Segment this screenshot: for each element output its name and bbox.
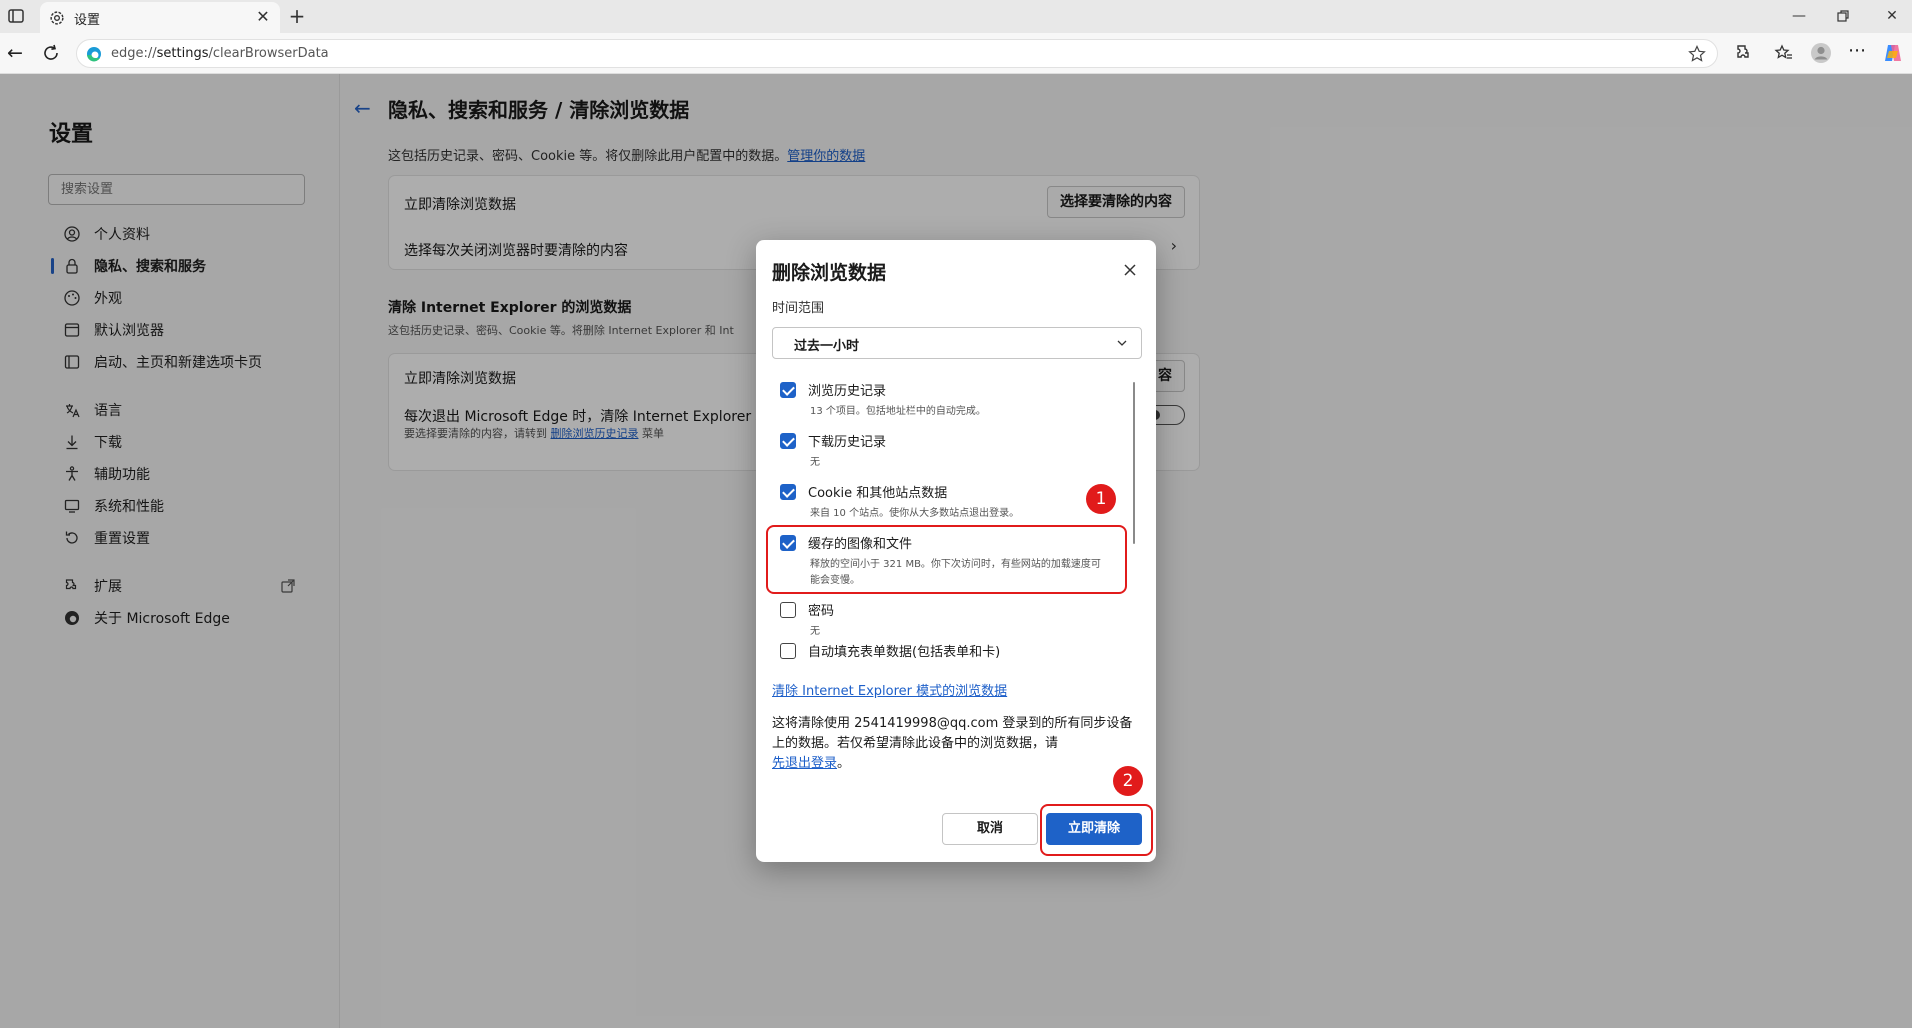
passwords-checkbox[interactable]: [780, 602, 796, 618]
url-text: edge://settings/clearBrowserData: [111, 46, 329, 61]
option-download-history[interactable]: 下载历史记录 无: [780, 431, 1130, 475]
option-description: 来自 10 个站点。使你从大多数站点退出登录。: [810, 508, 1020, 519]
step-marker-1: 1: [1086, 484, 1116, 514]
favorites-icon[interactable]: [1773, 42, 1795, 64]
cancel-button[interactable]: 取消: [942, 813, 1038, 845]
dialog-title: 删除浏览数据: [772, 262, 887, 284]
restore-icon[interactable]: [1835, 8, 1851, 24]
time-range-label: 时间范围: [772, 301, 825, 316]
edge-logo-icon: [87, 47, 101, 62]
option-cookies[interactable]: Cookie 和其他站点数据 来自 10 个站点。使你从大多数站点退出登录。: [780, 482, 1130, 526]
option-autofill[interactable]: 自动填充表单数据(包括表单和卡): [780, 641, 1130, 660]
chevron-down-icon: [1117, 340, 1127, 346]
gear-icon: [50, 11, 64, 25]
tab-strip: 设置 ✕ + — ✕: [0, 0, 1912, 33]
option-passwords[interactable]: 密码 无: [780, 600, 1130, 644]
tab-settings[interactable]: 设置 ✕: [40, 2, 280, 33]
list-scrollbar[interactable]: [1133, 382, 1135, 544]
option-description: 13 个项目。包括地址栏中的自动完成。: [810, 406, 986, 417]
extensions-icon[interactable]: [1733, 42, 1755, 64]
refresh-icon[interactable]: [41, 43, 61, 63]
step-marker-2: 2: [1113, 766, 1143, 796]
time-range-select[interactable]: 过去一小时: [772, 327, 1142, 359]
option-label: 自动填充表单数据(包括表单和卡): [808, 645, 1001, 660]
option-description: 无: [810, 626, 820, 637]
close-icon[interactable]: [1122, 262, 1138, 278]
sync-note: 这将清除使用 2541419998@qq.com 登录到的所有同步设备上的数据。…: [772, 716, 1133, 771]
url-field[interactable]: edge://settings/clearBrowserData: [76, 39, 1718, 68]
close-tab-icon[interactable]: ✕: [254, 8, 272, 26]
option-label: Cookie 和其他站点数据: [808, 486, 948, 501]
option-browsing-history[interactable]: 浏览历史记录 13 个项目。包括地址栏中的自动完成。: [780, 380, 1130, 424]
highlight-clear-button: [1040, 804, 1153, 856]
browsing-history-checkbox[interactable]: [780, 382, 796, 398]
data-type-list: 浏览历史记录 13 个项目。包括地址栏中的自动完成。 下载历史记录 无 Cook…: [772, 370, 1142, 660]
option-label: 浏览历史记录: [808, 384, 887, 399]
highlight-cached-images: [766, 525, 1127, 594]
option-description: 无: [810, 457, 820, 468]
new-tab-button[interactable]: +: [286, 5, 308, 27]
sign-out-link[interactable]: 先退出登录: [772, 756, 837, 771]
clear-ie-mode-data-link[interactable]: 清除 Internet Explorer 模式的浏览数据: [772, 680, 1007, 699]
avatar[interactable]: [1810, 42, 1832, 64]
time-range-value: 过去一小时: [794, 339, 860, 354]
tab-title: 设置: [74, 13, 101, 28]
address-bar: ← edge://settings/clearBrowserData ⋯: [0, 33, 1912, 74]
option-label: 密码: [808, 604, 835, 619]
copilot-icon[interactable]: [1882, 42, 1904, 64]
back-icon[interactable]: ←: [4, 42, 26, 64]
close-window-icon[interactable]: ✕: [1877, 6, 1907, 26]
cookies-checkbox[interactable]: [780, 484, 796, 500]
download-history-checkbox[interactable]: [780, 433, 796, 449]
autofill-checkbox[interactable]: [780, 643, 796, 659]
more-options-icon[interactable]: ⋯: [1846, 42, 1868, 64]
option-label: 下载历史记录: [808, 435, 887, 450]
favorite-star-icon[interactable]: [1687, 44, 1707, 64]
tab-actions-icon[interactable]: [6, 6, 26, 26]
minimize-icon[interactable]: —: [1784, 6, 1814, 26]
